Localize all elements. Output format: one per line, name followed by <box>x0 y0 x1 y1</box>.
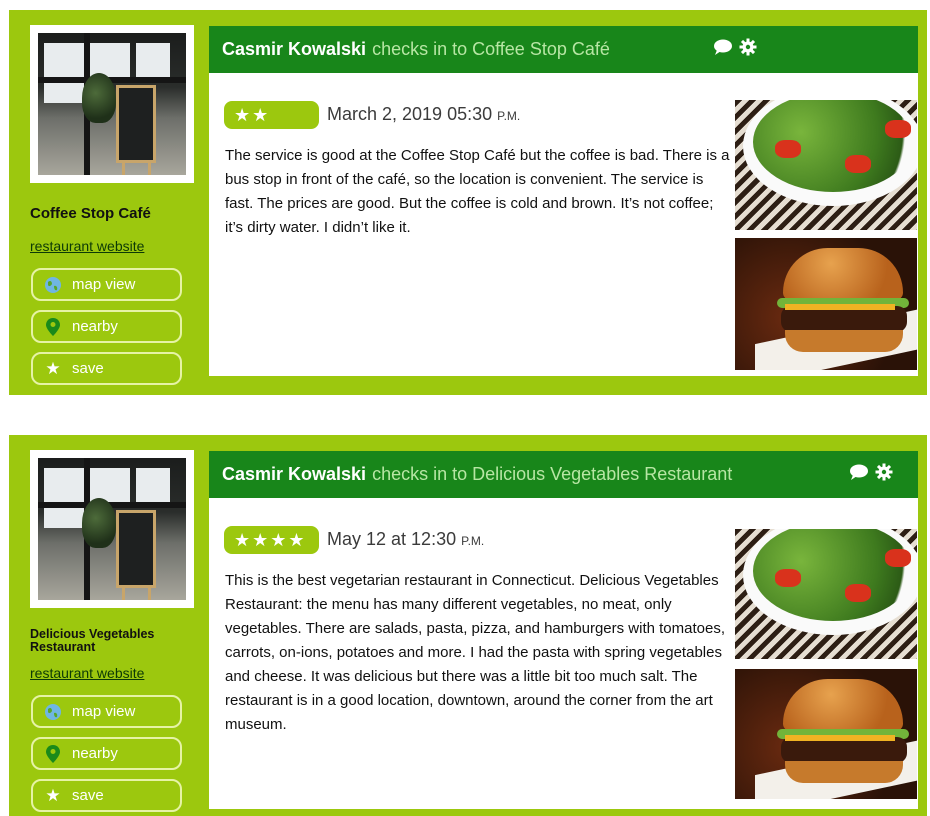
place-name: Delicious Vegetables Restaurant <box>30 627 155 654</box>
ampm-text: P.M. <box>461 534 485 548</box>
star-rating: ★★★★ <box>224 526 319 554</box>
star-icon: ★ <box>45 785 61 805</box>
checkin-panel: Casmir Kowalski checks in to Delicious V… <box>209 451 918 809</box>
save-button[interactable]: ★ save <box>31 779 182 812</box>
checkin-header: Casmir Kowalski checks in to Coffee Stop… <box>209 26 918 73</box>
nearby-button[interactable]: nearby <box>31 737 182 770</box>
gear-icon[interactable] <box>739 38 757 61</box>
checkin-date: March 2, 2019 05:30 P.M. <box>327 104 520 125</box>
burger-photo[interactable] <box>735 238 917 370</box>
date-text: March 2, 2019 05:30 <box>327 104 493 124</box>
save-label: save <box>72 360 104 377</box>
nearby-button[interactable]: nearby <box>31 310 182 343</box>
nearby-label: nearby <box>72 745 118 762</box>
checkin-date: May 12 at 12:30 P.M. <box>327 529 484 550</box>
gear-icon[interactable] <box>875 463 893 486</box>
checkin-panel: Casmir Kowalski checks in to Coffee Stop… <box>209 26 918 376</box>
map-view-label: map view <box>72 276 136 293</box>
checkin-card: Delicious Vegetables Restaurant restaura… <box>9 435 927 816</box>
review-text: The service is good at the Coffee Stop C… <box>225 147 730 236</box>
user-name[interactable]: Casmir Kowalski <box>222 464 366 485</box>
map-view-label: map view <box>72 703 136 720</box>
pin-icon <box>44 744 62 763</box>
place-name: Coffee Stop Café <box>30 205 151 222</box>
restaurant-website-link[interactable]: restaurant website <box>30 665 144 681</box>
save-label: save <box>72 787 104 804</box>
nearby-label: nearby <box>72 318 118 335</box>
checkin-card: Coffee Stop Café restaurant website map … <box>9 10 927 395</box>
restaurant-website-link[interactable]: restaurant website <box>30 238 144 254</box>
review-text: This is the best vegetarian restaurant i… <box>225 572 726 733</box>
checkin-action: checks in to Delicious Vegetables Restau… <box>372 464 733 484</box>
restaurant-photo[interactable] <box>30 450 194 608</box>
map-view-button[interactable]: map view <box>31 695 182 728</box>
comment-icon[interactable] <box>849 464 869 486</box>
star-rating: ★★ <box>224 101 319 129</box>
salad-photo[interactable] <box>735 100 917 230</box>
date-text: May 12 at 12:30 <box>327 529 457 549</box>
user-name[interactable]: Casmir Kowalski <box>222 39 366 60</box>
pin-icon <box>44 317 62 336</box>
salad-photo[interactable] <box>735 529 917 659</box>
restaurant-photo[interactable] <box>30 25 194 183</box>
save-button[interactable]: ★ save <box>31 352 182 385</box>
comment-icon[interactable] <box>713 39 733 61</box>
globe-icon <box>44 703 62 721</box>
burger-photo[interactable] <box>735 669 917 799</box>
map-view-button[interactable]: map view <box>31 268 182 301</box>
checkin-header: Casmir Kowalski checks in to Delicious V… <box>209 451 918 498</box>
checkin-action: checks in to Coffee Stop Café <box>372 39 610 59</box>
ampm-text: P.M. <box>497 109 521 123</box>
globe-icon <box>44 276 62 294</box>
star-icon: ★ <box>45 358 61 378</box>
